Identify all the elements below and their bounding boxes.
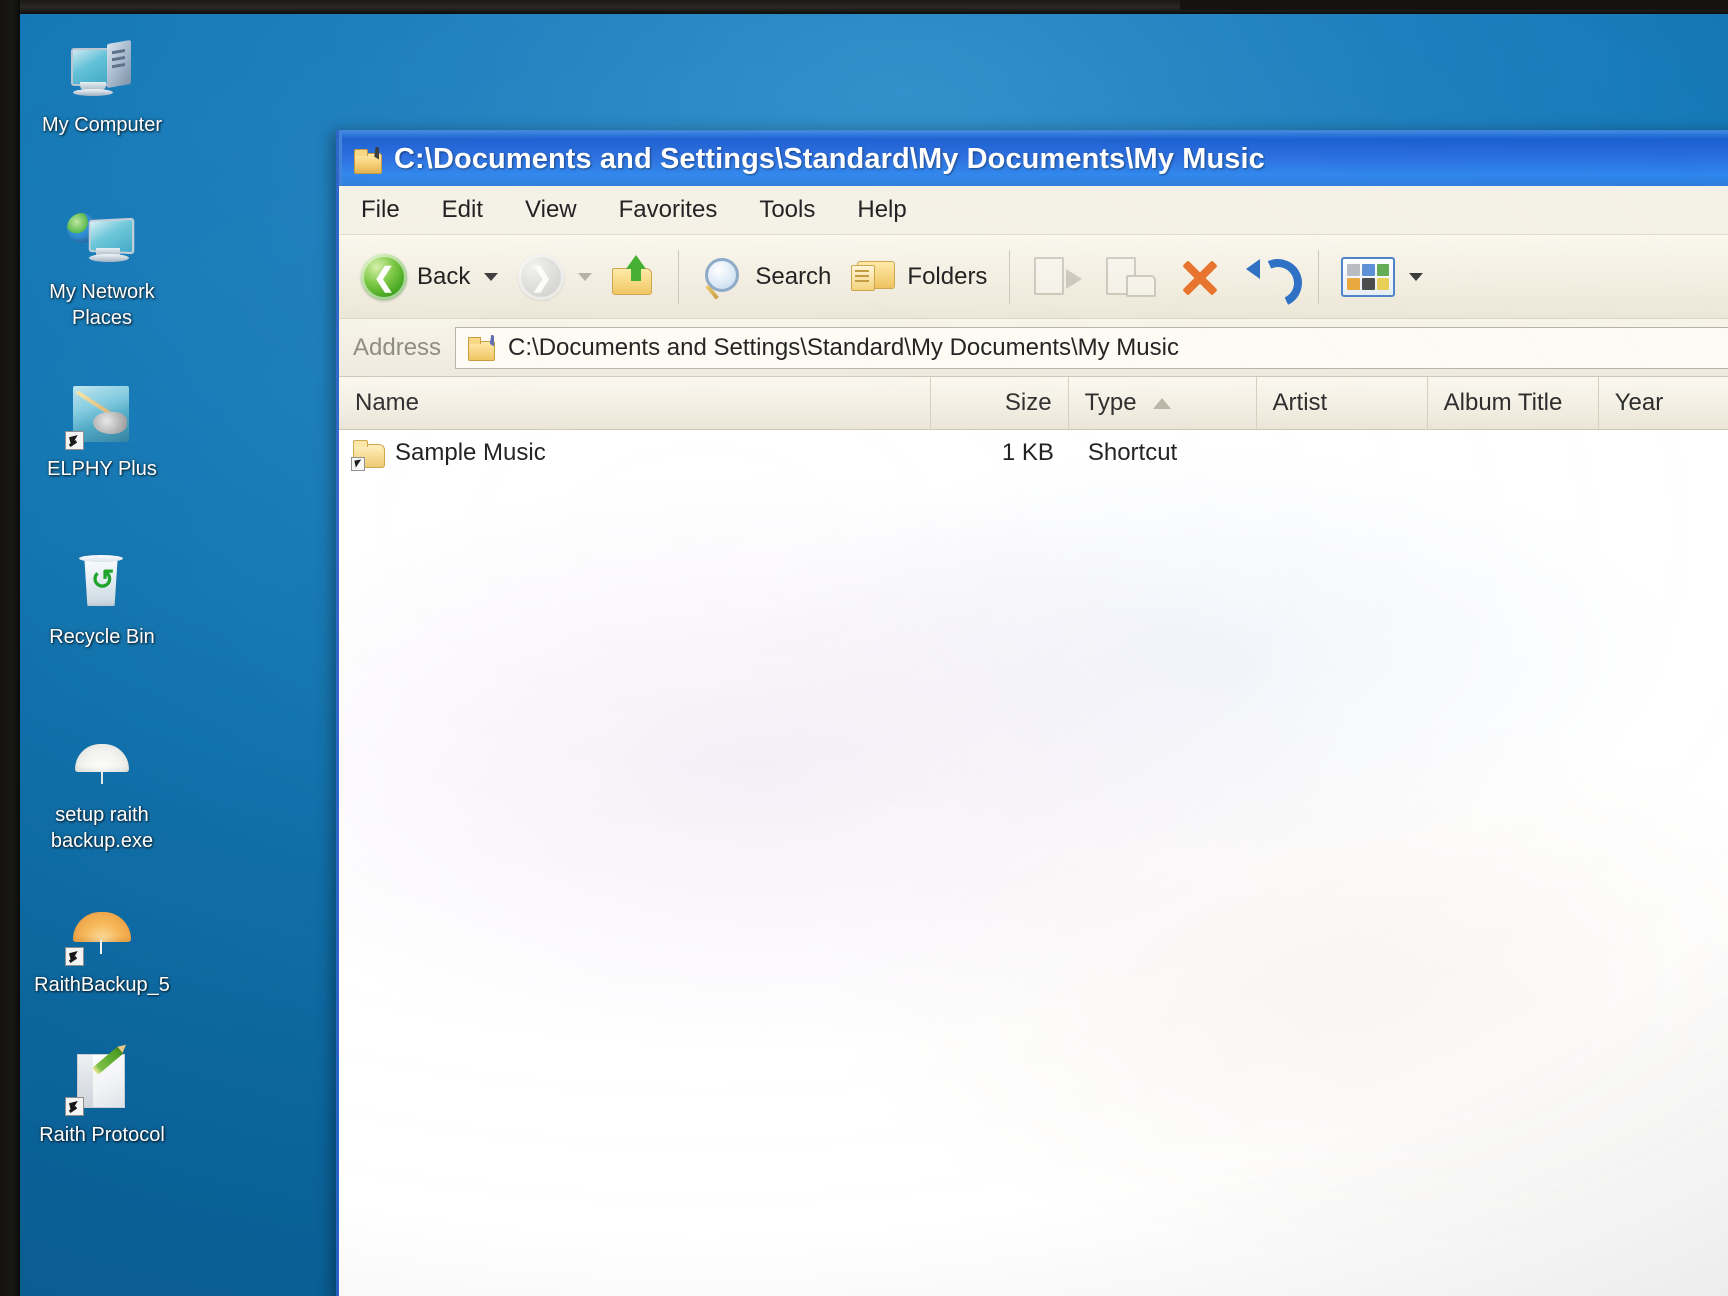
my-computer-icon (67, 39, 137, 104)
folder-music-icon (466, 334, 496, 361)
column-header-row[interactable]: Name Size Type Artist Album Title Year (339, 377, 1728, 430)
toolbar-separator (678, 249, 680, 304)
column-header-artist[interactable]: Artist (1257, 377, 1428, 429)
address-value: C:\Documents and Settings\Standard\My Do… (508, 333, 1179, 361)
copy-to-button[interactable] (1094, 246, 1166, 308)
desktop-icon-label: My Computer (41, 114, 163, 136)
back-button[interactable]: ❮ Back (351, 246, 508, 308)
up-one-level-button[interactable] (602, 246, 666, 308)
window-title: C:\Documents and Settings\Standard\My Do… (394, 143, 1265, 175)
row-cell-size: 1 KB (1001, 439, 1054, 466)
toolbar-separator (1318, 249, 1320, 304)
menu-item-view[interactable]: View (521, 194, 581, 226)
forward-button[interactable]: ❯ (508, 246, 602, 308)
search-icon (701, 256, 745, 300)
folder-shortcut-icon (351, 439, 385, 471)
document-pencil-icon (65, 1046, 137, 1116)
toolbar[interactable]: ❮ Back ❯ Search Folders (339, 235, 1728, 319)
move-to-folder-icon (1032, 255, 1084, 299)
file-list-view[interactable]: Name Size Type Artist Album Title Year S… (339, 377, 1728, 1296)
desktop-icon-label: ELPHY Plus (47, 458, 157, 480)
address-input[interactable]: C:\Documents and Settings\Standard\My Do… (455, 326, 1728, 369)
forward-history-chevron-down-icon[interactable] (578, 272, 593, 281)
desktop-icon-setup-raith-backup[interactable]: setup raith backup.exe (34, 730, 170, 854)
copy-to-folder-icon (1104, 255, 1157, 299)
table-row[interactable]: Sample Music 1 KB Shortcut (339, 430, 1728, 476)
desktop-icon-label: RaithBackup_5 (34, 974, 170, 996)
window-titlebar[interactable]: C:\Documents and Settings\Standard\My Do… (339, 130, 1728, 186)
desktop-icon-raith-protocol[interactable]: Raith Protocol (34, 1046, 170, 1148)
explorer-window[interactable]: C:\Documents and Settings\Standard\My Do… (336, 130, 1728, 1296)
undo-arrow-icon (1244, 251, 1310, 314)
menu-item-help[interactable]: Help (853, 194, 910, 226)
my-network-places-icon (67, 207, 137, 271)
shortcut-overlay-icon (65, 947, 84, 966)
sort-ascending-icon (1152, 397, 1171, 409)
forward-arrow-icon: ❯ (518, 253, 565, 300)
menu-item-favorites[interactable]: Favorites (615, 194, 722, 226)
undo-button[interactable] (1234, 246, 1310, 314)
address-bar[interactable]: Address C:\Documents and Settings\Standa… (339, 319, 1728, 377)
folders-button[interactable]: Folders (841, 246, 997, 308)
elphy-plus-icon (65, 384, 137, 450)
toolbar-separator (1009, 249, 1011, 304)
column-header-year[interactable]: Year (1599, 377, 1728, 429)
move-to-button[interactable] (1022, 246, 1094, 308)
desktop-icon-raithbackup-5[interactable]: RaithBackup_5 (34, 900, 170, 998)
recycle-bin-icon: ↺ (67, 552, 137, 616)
menu-item-tools[interactable]: Tools (755, 194, 819, 226)
menu-item-edit[interactable]: Edit (438, 194, 487, 226)
desktop-icon-recycle-bin[interactable]: ↺ Recycle Bin (34, 552, 170, 650)
column-header-type[interactable]: Type (1069, 377, 1257, 429)
screen-photo: My Computer My Network Places ELPHY Plus… (0, 0, 1728, 1296)
search-button-label: Search (755, 262, 832, 290)
address-label: Address (353, 333, 442, 361)
shortcut-overlay-icon (65, 1097, 84, 1116)
back-history-chevron-down-icon[interactable] (484, 272, 499, 281)
desktop[interactable]: My Computer My Network Places ELPHY Plus… (20, 12, 1728, 1296)
delete-button[interactable] (1166, 246, 1234, 308)
desktop-icon-label: Recycle Bin (49, 626, 155, 648)
back-arrow-icon: ❮ (361, 253, 407, 300)
monitor-bezel-top-right (1180, 0, 1728, 10)
back-button-label: Back (417, 262, 471, 290)
views-button[interactable] (1331, 246, 1433, 308)
search-button[interactable]: Search (691, 246, 841, 308)
folders-button-label: Folders (907, 262, 988, 290)
views-grid-icon (1341, 256, 1396, 297)
desktop-icon-my-computer[interactable]: My Computer (34, 39, 170, 138)
row-cell-name: Sample Music (395, 439, 546, 466)
umbrella-orange-icon (65, 900, 137, 966)
umbrella-white-icon (67, 730, 137, 794)
delete-x-icon (1176, 254, 1224, 300)
column-header-name[interactable]: Name (339, 377, 932, 429)
folders-icon (851, 257, 897, 297)
row-cell-type: Shortcut (1087, 439, 1178, 466)
up-folder-icon (612, 254, 656, 297)
menu-bar[interactable]: File Edit View Favorites Tools Help (339, 186, 1728, 235)
shortcut-overlay-icon (65, 431, 84, 450)
desktop-icon-my-network-places[interactable]: My Network Places (34, 207, 170, 331)
monitor-bezel-left (0, 0, 20, 1296)
desktop-icon-label: Raith Protocol (39, 1124, 165, 1146)
desktop-icon-label: setup raith backup.exe (50, 804, 154, 852)
column-header-album-title[interactable]: Album Title (1428, 377, 1599, 429)
desktop-icon-elphy-plus[interactable]: ELPHY Plus (34, 384, 170, 482)
column-header-size[interactable]: Size (931, 377, 1069, 429)
file-rows: Sample Music 1 KB Shortcut (339, 430, 1728, 476)
desktop-icon-label: My Network Places (49, 281, 155, 329)
menu-item-file[interactable]: File (357, 194, 404, 226)
views-chevron-down-icon[interactable] (1409, 272, 1424, 281)
folder-music-icon (352, 146, 382, 174)
